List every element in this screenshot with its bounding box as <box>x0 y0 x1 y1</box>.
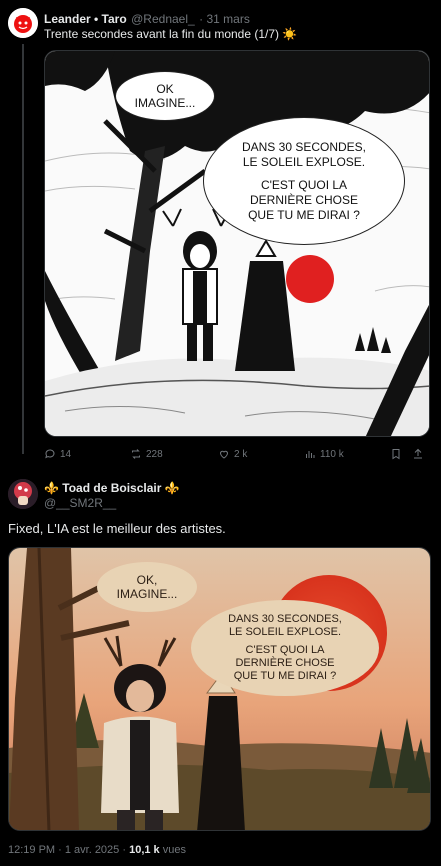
speech-bubble-small: OK, IMAGINE... <box>97 562 197 612</box>
tweet-meta: 12:19 PM · 1 avr. 2025 · 10,1 k vues <box>8 844 186 856</box>
repost-button[interactable]: 228 <box>130 448 218 460</box>
bubble-text-line: QUE TU ME DIRAI ? <box>248 207 360 222</box>
heart-icon <box>219 450 229 459</box>
bubble-text-line: C'EST QUOI LA <box>245 644 325 656</box>
thread-line <box>22 44 24 454</box>
views-count: 10,1 k <box>129 844 160 856</box>
author-handle[interactable]: @Rednael_ <box>131 12 195 26</box>
bubble-text-line: C'EST QUOI LA <box>260 177 348 192</box>
tweet-timestamp[interactable]: 12:19 PM · 1 avr. 2025 · <box>8 844 129 856</box>
like-count: 2 k <box>234 448 248 460</box>
share-button[interactable] <box>412 448 426 460</box>
author-name[interactable]: Leander • Taro <box>44 12 127 26</box>
ai-image[interactable]: OK, IMAGINE... DANS 30 SECONDES, LE SOLE… <box>8 547 431 831</box>
speech-bubble-small: OK IMAGINE... <box>115 71 215 121</box>
author-handle[interactable]: @__SM2R__ <box>44 496 116 510</box>
devil-logo-icon <box>8 8 38 38</box>
comic-illustration <box>45 51 429 436</box>
comic-image[interactable]: OK IMAGINE... DANS 30 SECONDES, LE SOLEI… <box>44 50 430 437</box>
bubble-text-line: OK <box>156 82 174 96</box>
reply-icon <box>45 449 55 459</box>
author-name[interactable]: ⚜️ Toad de Boisclair ⚜️ <box>44 481 180 495</box>
views-label: vues <box>159 844 186 856</box>
share-icon <box>414 448 422 459</box>
avatar[interactable] <box>8 8 38 38</box>
bubble-text-line: LE SOLEIL EXPLOSE. <box>242 154 366 169</box>
toad-avatar-icon <box>8 479 38 509</box>
bubble-text-line: DERNIÈRE CHOSE <box>235 657 335 669</box>
repost-count: 228 <box>146 448 163 460</box>
repost-icon <box>132 449 140 459</box>
bubble-text-line: OK, <box>136 573 158 587</box>
avatar[interactable] <box>8 479 38 509</box>
views-bar-chart-icon <box>306 451 315 458</box>
bubble-text-line: DERNIÈRE CHOSE <box>249 192 359 207</box>
reply-button[interactable]: 14 <box>44 448 130 460</box>
tweet-header: Leander • Taro @Rednael_ · 31 mars <box>44 10 250 28</box>
tweet-actions: 14 228 2 k 110 k <box>44 448 430 460</box>
tweet-text: Trente secondes avant la fin du monde (1… <box>44 27 298 41</box>
like-button[interactable]: 2 k <box>218 448 304 460</box>
views-button[interactable]: 110 k <box>304 448 390 460</box>
tweet-text: Fixed, L'IA est le meilleur des artistes… <box>8 521 226 536</box>
bubble-text-line: QUE TU ME DIRAI ? <box>233 670 337 682</box>
bubble-text-line: DANS 30 SECONDES, <box>241 139 367 154</box>
bubble-text-line: IMAGINE... <box>134 96 196 110</box>
reply-count: 14 <box>60 448 72 460</box>
bubble-text-line: DANS 30 SECONDES, <box>228 613 342 625</box>
bubble-text-line: LE SOLEIL EXPLOSE. <box>228 626 342 638</box>
speech-bubble-large: DANS 30 SECONDES, LE SOLEIL EXPLOSE. C'E… <box>191 600 379 696</box>
ai-illustration <box>9 548 430 830</box>
speech-bubble-large: DANS 30 SECONDES, LE SOLEIL EXPLOSE. C'E… <box>203 117 405 245</box>
bookmark-icon <box>392 449 400 460</box>
bubble-text-line: IMAGINE... <box>116 587 178 601</box>
bookmark-button[interactable] <box>390 448 412 460</box>
tweet-date[interactable]: · 31 mars <box>199 12 250 26</box>
views-count: 110 k <box>320 448 344 460</box>
